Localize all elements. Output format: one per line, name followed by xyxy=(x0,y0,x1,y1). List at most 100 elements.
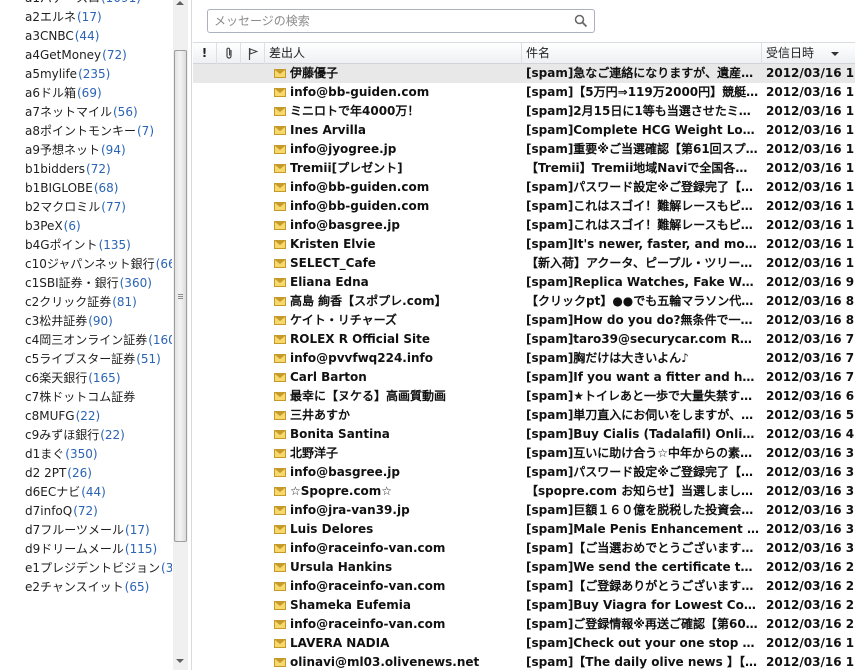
folder-item[interactable]: a9予想ネット(94) xyxy=(0,141,172,160)
folder-item[interactable]: c7株ドットコム証券 xyxy=(0,388,172,407)
message-row[interactable]: info@bb-guiden.com [spam]これはスゴイ！難解レースもピタリ… xyxy=(193,197,855,216)
message-row[interactable]: Tremii[プレゼント] 【Tremii】Tremii地域Naviで全国各地… 2… xyxy=(193,159,855,178)
folder-item[interactable]: e2チャンスイット(65) xyxy=(0,578,172,597)
folder-item[interactable]: c3松井証券(90) xyxy=(0,312,172,331)
folder-item[interactable]: c6楽天銀行(165) xyxy=(0,369,172,388)
message-subject: 【spopre.com お知らせ】当選しました。お… xyxy=(526,484,759,498)
message-row[interactable]: ROLEX R Official Site [spam]taro39@secury… xyxy=(193,330,855,349)
message-row[interactable]: info@raceinfo-van.com [spam]【ご登録ありがとうございま… xyxy=(193,577,855,596)
paperclip-icon xyxy=(225,47,232,59)
folder-unread-count: (17) xyxy=(77,10,102,24)
folder-item[interactable]: c8MUFG(22) xyxy=(0,407,172,426)
folder-item[interactable]: d2 2PT(26) xyxy=(0,464,172,483)
folder-item[interactable]: a5mylife(235) xyxy=(0,65,172,84)
message-row[interactable]: 北野洋子 [spam]互いに助け合う☆中年からの素敵… 2012/03/16 3 xyxy=(193,444,855,463)
message-row[interactable]: LAVERA NADIA [spam]Check out your one sto… xyxy=(193,634,855,653)
message-date: 2012/03/16 1 xyxy=(766,655,855,669)
message-sender: Bonita Santina xyxy=(290,427,390,441)
folder-item[interactable]: d7infoQ(72) xyxy=(0,502,172,521)
folder-item[interactable]: c4岡三オンライン証券(160) xyxy=(0,331,172,350)
folder-item[interactable]: b4Gポイント(135) xyxy=(0,236,172,255)
folder-item[interactable]: a4GetMoney(72) xyxy=(0,46,172,65)
folder-item[interactable]: a3CNBC(44) xyxy=(0,27,172,46)
folder-item[interactable]: d9ドリームメール(115) xyxy=(0,540,172,559)
folder-item[interactable]: b1BIGLOBE(68) xyxy=(0,179,172,198)
message-sender: info@jyogree.jp xyxy=(290,142,397,156)
message-row[interactable]: 三井あすか [spam]単刀直入にお伺いをしますが、金… 2012/03/16 5 xyxy=(193,406,855,425)
scroll-up-arrow-icon[interactable] xyxy=(176,1,184,5)
folder-unread-count: (6) xyxy=(63,219,81,233)
message-row[interactable]: SELECT_Cafe 【新入荷】アクータ、ピープル・ツリー、エモイ… 2012/0… xyxy=(193,254,855,273)
folder-item[interactable]: c1SBI証券・銀行(360) xyxy=(0,274,172,293)
message-subject: [spam]How do you do?無条件で一… xyxy=(526,313,753,327)
folder-name: b1bidders xyxy=(25,162,86,176)
folder-item[interactable]: e1プレジデントビジョン(37) xyxy=(0,559,172,578)
message-row[interactable]: Luis Delores [spam]Male Penis Enhancement… xyxy=(193,520,855,539)
message-row[interactable]: Shameka Eufemia [spam]Buy Viagra for Lowe… xyxy=(193,596,855,615)
message-date: 2012/03/16 1 xyxy=(766,85,855,99)
folder-unread-count: (1091) xyxy=(101,0,141,5)
column-subject[interactable]: 件名 xyxy=(522,43,762,64)
message-row[interactable]: Eliana Edna [spam]Replica Watches, Fake W… xyxy=(193,273,855,292)
message-row[interactable]: info@bb-guiden.com [spam]【5万円⇒119万2000円】競… xyxy=(193,83,855,102)
folder-item[interactable]: b3PeX(6) xyxy=(0,217,172,236)
column-attachment[interactable] xyxy=(217,43,241,64)
message-date: 2012/03/16 3 xyxy=(766,446,855,460)
folder-item[interactable]: c10ジャパンネット銀行(66) xyxy=(0,255,172,274)
message-row[interactable]: info@pvvfwq224.info [spam]胸だけは大きいよん♪ 2012/… xyxy=(193,349,855,368)
folder-item[interactable]: b2マクロミル(77) xyxy=(0,198,172,217)
folder-name: b3PeX xyxy=(25,219,63,233)
column-importance[interactable]: ! xyxy=(193,43,217,64)
folder-item[interactable]: c5ライブスター証券(51) xyxy=(0,350,172,369)
message-sender: info@bb-guiden.com xyxy=(290,85,430,99)
unread-envelope-icon xyxy=(274,88,286,97)
folder-item[interactable]: b1bidders(72) xyxy=(0,160,172,179)
search-input[interactable] xyxy=(208,10,568,32)
folder-item[interactable]: a6ドル箱(69) xyxy=(0,84,172,103)
message-row[interactable]: info@jra-van39.jp [spam]巨額１６０億を脱税した投資会… 20… xyxy=(193,501,855,520)
scroll-thumb[interactable] xyxy=(174,50,187,542)
folder-item[interactable]: a2エルネ(17) xyxy=(0,8,172,27)
message-row[interactable]: Carl Barton [spam]If you want a fitter an… xyxy=(193,368,855,387)
search-icon[interactable] xyxy=(574,14,588,28)
unread-envelope-icon xyxy=(274,525,286,534)
message-row[interactable]: info@jyogree.jp [spam]重要※ご当選確認【第61回スプ… 201… xyxy=(193,140,855,159)
message-sender: info@raceinfo-van.com xyxy=(290,541,446,555)
search-box[interactable] xyxy=(207,9,595,33)
message-row[interactable]: 最幸に【ヌケる】高画質動画 [spam]★トイレあと一歩で大量失禁する… 2012/… xyxy=(193,387,855,406)
message-row[interactable]: Ursula Hankins [spam]We send the certific… xyxy=(193,558,855,577)
folder-item[interactable]: a1パチ・スロ(1091) xyxy=(0,0,172,8)
folder-item[interactable]: a8ポイントモンキー(7) xyxy=(0,122,172,141)
message-row[interactable]: olinavi@ml03.olivenews.net [spam]【The dai… xyxy=(193,653,855,670)
message-row[interactable]: info@bb-guiden.com [spam]パスワード設定※ご登録完了【第…… xyxy=(193,178,855,197)
scroll-down-arrow-icon[interactable] xyxy=(176,659,184,663)
message-row[interactable]: Kristen Elvie [spam]It's newer, faster, a… xyxy=(193,235,855,254)
message-row[interactable]: Ines Arvilla [spam]Complete HCG Weight Lo… xyxy=(193,121,855,140)
message-row[interactable]: 高島 絢香【スポプレ.com】 【クリックpt】●●でも五輪マラソン代表に!?… 2… xyxy=(193,292,855,311)
message-row[interactable]: ミニロトで年4000万！ [spam]2月15日に1等も当選させたミニロト… 201… xyxy=(193,102,855,121)
column-flag[interactable] xyxy=(241,43,265,64)
folder-item[interactable]: c9みずほ銀行(22) xyxy=(0,426,172,445)
folder-item[interactable]: d6ECナビ(44) xyxy=(0,483,172,502)
message-row[interactable]: ケイト・リチャーズ [spam]How do you do?無条件で一… 2012/… xyxy=(193,311,855,330)
message-row[interactable]: Bonita Santina [spam]Buy Cialis (Tadalafi… xyxy=(193,425,855,444)
message-subject: [spam]単刀直入にお伺いをしますが、金… xyxy=(526,408,759,422)
message-row[interactable]: info@raceinfo-van.com [spam]【ご当選おめでとうございま… xyxy=(193,539,855,558)
message-sender: ☆Spopre.com☆ xyxy=(290,484,393,498)
folder-scrollbar[interactable] xyxy=(173,0,188,670)
column-received-date[interactable]: 受信日時 xyxy=(762,43,855,64)
folder-item[interactable]: d1まぐ(350) xyxy=(0,445,172,464)
column-sender[interactable]: 差出人 xyxy=(265,43,522,64)
folder-item[interactable]: a7ネットマイル(56) xyxy=(0,103,172,122)
message-row[interactable]: ☆Spopre.com☆ 【spopre.com お知らせ】当選しました。お… 20… xyxy=(193,482,855,501)
message-row[interactable]: 伊藤優子 [spam]急なご連絡になりますが、遺産の相続… 2012/03/16 1 xyxy=(193,64,855,83)
folder-unread-count: (68) xyxy=(93,181,119,195)
folder-item[interactable]: c2クリック証券(81) xyxy=(0,293,172,312)
unread-envelope-icon xyxy=(274,411,286,420)
message-sender: info@bb-guiden.com xyxy=(290,180,430,194)
message-row[interactable]: info@basgree.jp [spam]パスワード設定※ご登録完了【第… 201… xyxy=(193,463,855,482)
message-row[interactable]: info@raceinfo-van.com [spam]ご登録情報※再送ご確認【第… xyxy=(193,615,855,634)
unread-envelope-icon xyxy=(274,392,286,401)
folder-item[interactable]: d7フルーツメール(17) xyxy=(0,521,172,540)
message-row[interactable]: info@basgree.jp [spam]これはスゴイ！難解レースもピタリ… 20… xyxy=(193,216,855,235)
